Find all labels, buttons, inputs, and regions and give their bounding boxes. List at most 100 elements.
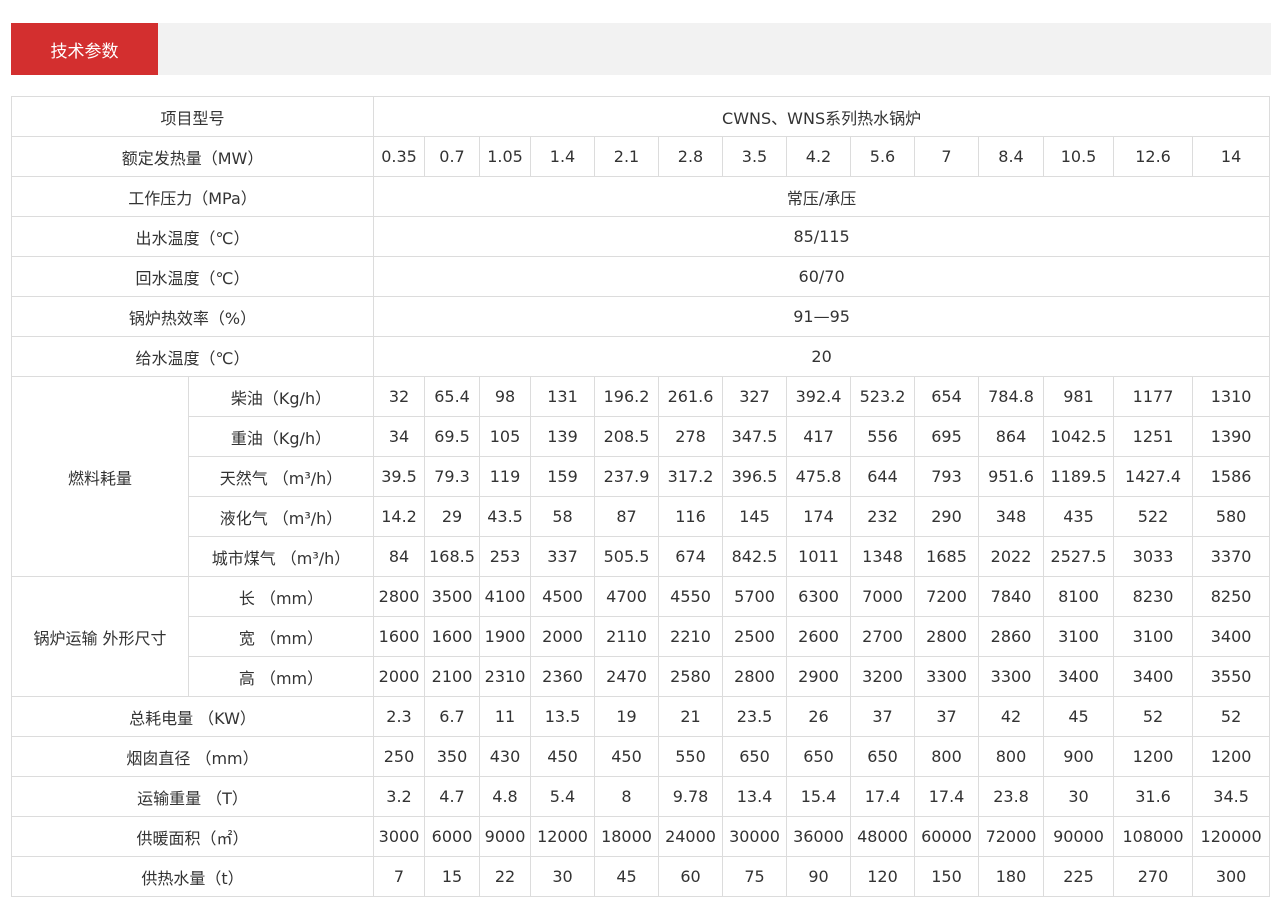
value-cell: 17.4 [850,776,916,817]
table-row: 天然气 （m³/h） 39.5 79.3 119 159 237.9 317.2 396.5 4… [12,456,1271,497]
table-row: 出水温度（℃） 85/115 [10,216,1271,257]
value-cell: 450 [594,736,660,777]
value-cell: 1011 [786,536,852,577]
value-cell: 417 [786,416,852,457]
table-row: 工作压力（MPa） 常压/承压 [10,176,1271,217]
value-cell: 39.5 [373,456,426,497]
value-cell: 90 [786,856,852,897]
row-value: 常压/承压 [373,176,1271,217]
value-cell: 1177 [1113,376,1194,417]
table-row: 锅炉热效率（%） 91—95 [10,296,1271,337]
row-value: 85/115 [373,216,1271,257]
value-cell: 3200 [850,656,916,697]
value-cell: 43.5 [479,496,532,537]
value-cell: 327 [722,376,788,417]
value-cell: 7000 [850,576,916,617]
capacity-cell: 0.7 [424,136,481,177]
value-cell: 2000 [373,656,426,697]
value-cell: 42 [978,696,1045,737]
value-cell: 98 [479,376,532,417]
value-cell: 3400 [1113,656,1194,697]
value-cell: 2360 [530,656,596,697]
value-cell: 450 [530,736,596,777]
spec-table-body: 项目型号 CWNS、WNS系列热水锅炉 额定发热量（MW） 0.35 0.7 1.05… [10,96,1271,897]
value-cell: 8250 [1192,576,1271,617]
value-cell: 981 [1043,376,1115,417]
value-cell: 6.7 [424,696,481,737]
tab-technical-parameters[interactable]: 技术参数 [11,23,158,75]
value-cell: 900 [1043,736,1115,777]
value-cell: 5.4 [530,776,596,817]
value-cell: 17.4 [914,776,980,817]
value-cell: 650 [786,736,852,777]
value-cell: 75 [722,856,788,897]
value-cell: 4.7 [424,776,481,817]
value-cell: 15 [424,856,481,897]
value-cell: 2860 [978,616,1045,657]
value-cell: 350 [424,736,481,777]
value-cell: 2500 [722,616,788,657]
value-cell: 650 [850,736,916,777]
value-cell: 654 [914,376,980,417]
value-cell: 556 [850,416,916,457]
value-cell: 45 [1043,696,1115,737]
value-cell: 31.6 [1113,776,1194,817]
value-cell: 11 [479,696,532,737]
row-label: 回水温度（℃） [10,256,375,297]
value-cell: 30 [1043,776,1115,817]
value-cell: 2210 [658,616,724,657]
value-cell: 1586 [1192,456,1271,497]
value-cell: 22 [479,856,532,897]
value-cell: 168.5 [424,536,481,577]
value-cell: 3100 [1043,616,1115,657]
value-cell: 34 [373,416,426,457]
value-cell: 2470 [594,656,660,697]
value-cell: 2580 [658,656,724,697]
value-cell: 392.4 [786,376,852,417]
table-row: 宽 （mm） 1600 1600 1900 2000 2110 2210 2500 2600 27… [12,616,1271,657]
value-cell: 2800 [373,576,426,617]
value-cell: 23.5 [722,696,788,737]
row-label: 项目型号 [10,96,375,137]
row-label: 额定发热量（MW） [10,136,375,177]
value-cell: 475.8 [786,456,852,497]
value-cell: 4500 [530,576,596,617]
value-cell: 2100 [424,656,481,697]
value-cell: 4700 [594,576,660,617]
value-cell: 30000 [722,816,788,857]
value-cell: 208.5 [594,416,660,457]
sub-row-label: 天然气 （m³/h） [187,456,375,497]
capacity-cell: 14 [1192,136,1271,177]
value-cell: 864 [978,416,1045,457]
row-label: 供暖面积（㎡） [10,816,375,857]
table-row: 重油（Kg/h） 34 69.5 105 139 208.5 278 347.5 417 556 6… [12,416,1271,457]
row-value: 91—95 [373,296,1271,337]
value-cell: 650 [722,736,788,777]
value-cell: 69.5 [424,416,481,457]
value-cell: 951.6 [978,456,1045,497]
value-cell: 2310 [479,656,532,697]
value-cell: 1189.5 [1043,456,1115,497]
value-cell: 37 [850,696,916,737]
value-cell: 24000 [658,816,724,857]
section-header-bar: 技术参数 [11,23,1271,75]
value-cell: 1600 [373,616,426,657]
table-row: 回水温度（℃） 60/70 [10,256,1271,297]
value-cell: 8230 [1113,576,1194,617]
value-cell: 800 [978,736,1045,777]
value-cell: 2000 [530,616,596,657]
value-cell: 72000 [978,816,1045,857]
value-cell: 1900 [479,616,532,657]
table-row: 额定发热量（MW） 0.35 0.7 1.05 1.4 2.1 2.8 3.5 4.2 5.6 7 8… [10,136,1271,177]
table-row: 供热水量（t） 7 15 22 30 45 60 75 90 120 150 180 225 270 300 [10,856,1271,897]
value-cell: 3500 [424,576,481,617]
value-cell: 1685 [914,536,980,577]
value-cell: 2900 [786,656,852,697]
value-cell: 2022 [978,536,1045,577]
value-cell: 348 [978,496,1045,537]
value-cell: 523.2 [850,376,916,417]
value-cell: 196.2 [594,376,660,417]
value-cell: 7 [373,856,426,897]
value-cell: 139 [530,416,596,457]
value-cell: 9.78 [658,776,724,817]
